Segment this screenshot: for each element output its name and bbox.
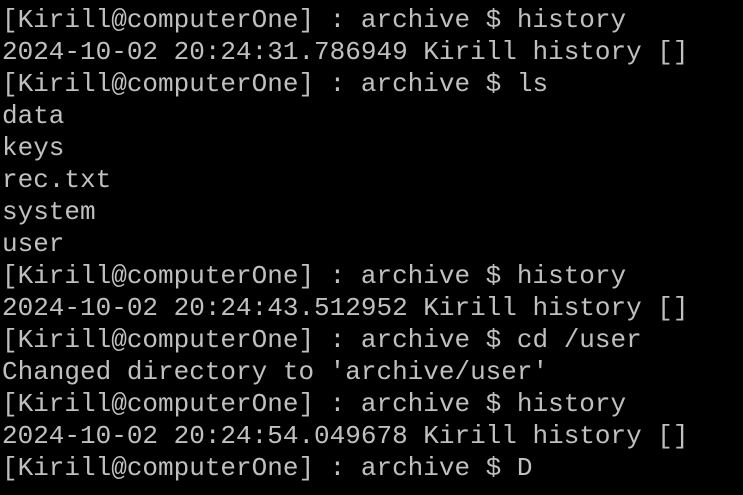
ls-output-item: user (2, 229, 65, 259)
history-output-line: 2024-10-02 20:24:43.512952 Kirill histor… (2, 293, 689, 323)
prompt-line: [Kirill@computerOne] : archive $ history (2, 261, 627, 291)
history-output-line: 2024-10-02 20:24:31.786949 Kirill histor… (2, 37, 689, 67)
ls-output-item: rec.txt (2, 165, 112, 195)
prompt-line: [Kirill@computerOne] : archive $ history (2, 389, 627, 419)
prompt-line: [Kirill@computerOne] : archive $ cd /use… (2, 325, 642, 355)
history-output-line: 2024-10-02 20:24:54.049678 Kirill histor… (2, 421, 689, 451)
prompt-line: [Kirill@computerOne] : archive $ history (2, 5, 627, 35)
text-cursor (533, 455, 535, 481)
current-input-line[interactable]: [Kirill@computerOne] : archive $ D (2, 452, 743, 484)
ls-output-item: system (2, 197, 96, 227)
ls-output-item: keys (2, 133, 65, 163)
ls-output-item: data (2, 101, 65, 131)
current-prompt-text[interactable]: [Kirill@computerOne] : archive $ D (2, 453, 533, 483)
prompt-line: [Kirill@computerOne] : archive $ ls (2, 69, 549, 99)
terminal-window[interactable]: [Kirill@computerOne] : archive $ history… (0, 0, 743, 495)
cd-output-line: Changed directory to 'archive/user' (2, 357, 549, 387)
